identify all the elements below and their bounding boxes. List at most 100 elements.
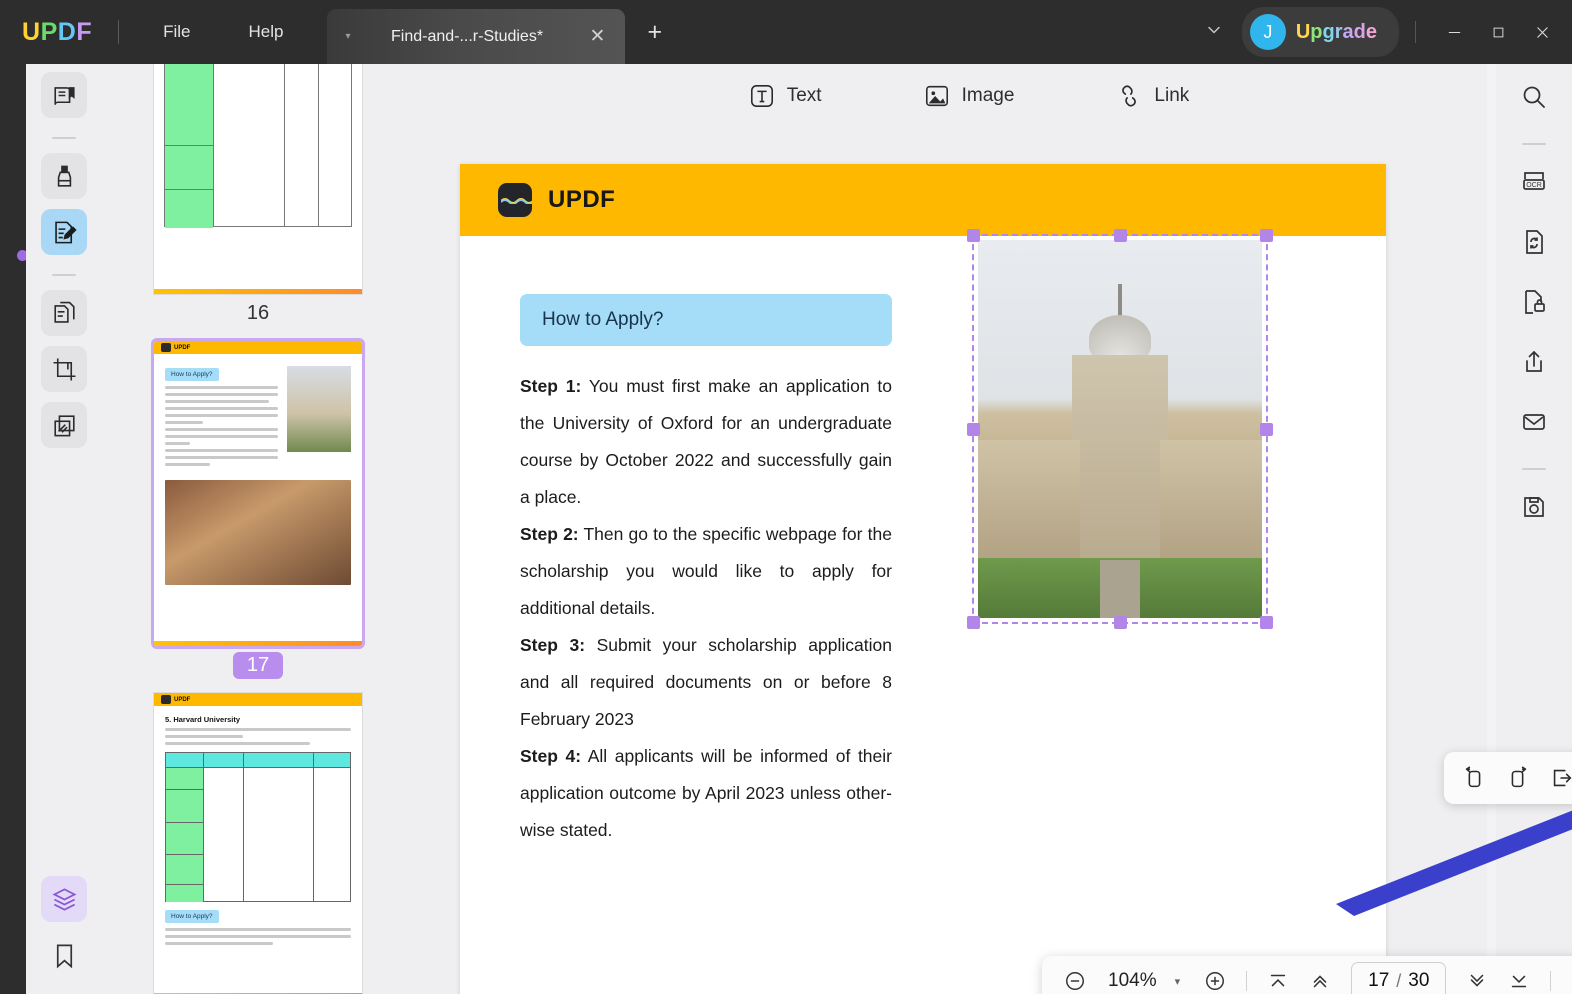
edit-link-button[interactable]: Link [1104, 77, 1201, 115]
app-body: UPDF [0, 64, 1572, 994]
protect-button[interactable] [1511, 279, 1557, 325]
updf-mini-icon [161, 695, 171, 704]
edit-link-label: Link [1154, 85, 1189, 107]
edit-image-label: Image [962, 85, 1015, 107]
sidebar-item-organize-pages[interactable] [41, 290, 87, 336]
updf-mini-label: UPDF [174, 345, 190, 351]
minimize-button[interactable] [1432, 12, 1476, 52]
step-paragraph: Step 1: You must first make an applicati… [520, 368, 892, 516]
avatar[interactable]: J [1250, 14, 1286, 50]
search-button[interactable] [1511, 74, 1557, 120]
page-content: How to Apply? Step 1: You must first mak… [460, 236, 1386, 849]
edit-image-button[interactable]: Image [912, 77, 1027, 115]
page-brand-label: UPDF [548, 186, 615, 214]
steps-list: Step 1: You must first make an applicati… [520, 368, 892, 849]
last-page-button[interactable] [1500, 962, 1538, 994]
left-edge-strip [0, 64, 26, 994]
thumbnail-panel[interactable]: UPDF [102, 64, 414, 994]
step-paragraph: Step 3: Submit your scholarship applicat… [520, 627, 892, 738]
left-tool-rail [26, 64, 102, 994]
resize-handle-top-middle[interactable] [1114, 229, 1127, 242]
step-paragraph: Step 2: Then go to the specific webpage … [520, 516, 892, 627]
thumbnail-page-number[interactable]: 16 [233, 300, 283, 327]
page-number-field[interactable]: 17 / 30 [1351, 962, 1446, 994]
close-window-button[interactable] [1520, 12, 1564, 52]
thumbnail-page-18[interactable]: UPDF 5. Harvard University [102, 693, 414, 994]
step-label: Step 4: [520, 746, 581, 766]
thumbnail-preview[interactable]: UPDF 5. Harvard University [154, 693, 362, 994]
sidebar-item-reader[interactable] [41, 72, 87, 118]
rotate-left-icon [1461, 765, 1487, 791]
sidebar-item-crop[interactable] [41, 346, 87, 392]
rotate-right-icon [1505, 765, 1531, 791]
thumbnail-page-number[interactable]: 17 [233, 652, 283, 679]
close-icon[interactable]: ✕ [584, 23, 612, 50]
ocr-button[interactable]: OCR [1511, 159, 1557, 205]
sidebar-item-edit-pdf[interactable] [41, 209, 87, 255]
rotate-left-button[interactable] [1454, 759, 1494, 797]
zoom-out-button[interactable] [1056, 962, 1094, 994]
menu-help[interactable]: Help [231, 16, 302, 48]
current-page-value[interactable]: 17 [1368, 970, 1389, 992]
previous-page-button[interactable] [1301, 962, 1339, 994]
image-icon [924, 83, 950, 109]
logo-letter-p: P [41, 18, 58, 46]
svg-text:OCR: OCR [1526, 182, 1542, 189]
section-heading: How to Apply? [520, 294, 892, 346]
sidebar-item-layers[interactable] [41, 876, 87, 922]
rotate-right-button[interactable] [1498, 759, 1538, 797]
new-tab-button[interactable]: + [647, 18, 662, 47]
search-icon [1520, 83, 1548, 111]
convert-button[interactable] [1511, 219, 1557, 265]
document-tab[interactable]: ▾ Find-and-...r-Studies* ✕ [327, 9, 625, 64]
sidebar-item-comment[interactable] [41, 153, 87, 199]
zoom-level-label[interactable]: 104% [1098, 970, 1167, 992]
sidebar-item-bookmark[interactable] [41, 932, 87, 978]
chevron-down-icon[interactable]: ▾ [1171, 975, 1193, 988]
resize-handle-bottom-left[interactable] [967, 616, 980, 629]
close-navbar-button[interactable]: ✕ [1563, 962, 1572, 994]
save-icon [1520, 493, 1548, 521]
edit-text-button[interactable]: Text [737, 77, 834, 115]
chevron-down-icon[interactable] [1186, 10, 1242, 55]
resize-handle-top-right[interactable] [1260, 229, 1273, 242]
app-logo: UPDF [0, 18, 92, 47]
total-pages-value: 30 [1408, 970, 1429, 992]
thumb-brand-band: UPDF [154, 693, 362, 706]
chevron-down-icon[interactable]: ▾ [345, 31, 350, 42]
logo-letter-f: F [76, 18, 92, 46]
thumbnail-page-16[interactable]: UPDF [102, 64, 414, 341]
selected-image[interactable] [972, 234, 1268, 624]
resize-handle-bottom-middle[interactable] [1114, 616, 1127, 629]
page-brand-band: UPDF [460, 164, 1386, 236]
resize-handle-top-left[interactable] [967, 229, 980, 242]
save-button[interactable] [1511, 484, 1557, 530]
email-button[interactable] [1511, 399, 1557, 445]
thumbnail-preview-selected[interactable]: UPDF How to Apply? [154, 341, 362, 646]
sidebar-item-batch[interactable] [41, 402, 87, 448]
resize-handle-middle-left[interactable] [967, 423, 980, 436]
resize-handle-bottom-right[interactable] [1260, 616, 1273, 629]
thumb-page-heading: 5. Harvard University [165, 715, 351, 724]
image-context-toolbar [1444, 752, 1572, 804]
menu-file[interactable]: File [145, 16, 208, 48]
vertical-scrollbar[interactable] [1487, 64, 1496, 994]
first-page-button[interactable] [1259, 962, 1297, 994]
upgrade-button[interactable]: J Upgrade [1242, 7, 1399, 57]
extract-image-button[interactable] [1542, 759, 1572, 797]
email-icon [1520, 408, 1548, 436]
logo-letter-d: D [58, 18, 77, 46]
page-separator: / [1396, 971, 1401, 992]
document-viewport[interactable]: UPDF How to Apply? Step 1: You must firs… [414, 128, 1524, 994]
share-button[interactable] [1511, 339, 1557, 385]
thumb-brand-band: UPDF [154, 341, 362, 354]
next-page-button[interactable] [1458, 962, 1496, 994]
thumb-section-heading: How to Apply? [165, 368, 219, 381]
pdf-page[interactable]: UPDF How to Apply? Step 1: You must firs… [460, 164, 1386, 994]
resize-handle-middle-right[interactable] [1260, 423, 1273, 436]
thumbnail-preview[interactable]: UPDF [154, 64, 362, 294]
zoom-in-button[interactable] [1196, 962, 1234, 994]
maximize-button[interactable] [1476, 12, 1520, 52]
thumbnail-page-17[interactable]: UPDF How to Apply? [102, 341, 414, 693]
step-label: Step 3: [520, 635, 585, 655]
